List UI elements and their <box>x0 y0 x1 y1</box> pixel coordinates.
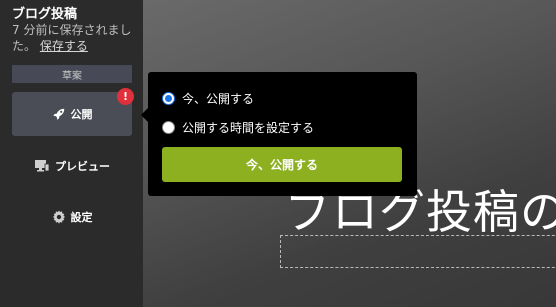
schedule-option-label: 公開する時間を設定する <box>182 121 315 135</box>
publish-now-option-label: 今、公開する <box>182 92 255 106</box>
save-status: 7 分前に保存されました。 保存する <box>12 22 140 54</box>
publish-button[interactable]: 公開 <box>12 92 132 136</box>
publish-now-radio[interactable] <box>162 92 175 105</box>
gear-icon <box>52 210 66 224</box>
schedule-option[interactable]: 公開する時間を設定する <box>162 119 314 136</box>
publish-now-option[interactable]: 今、公開する <box>162 90 254 107</box>
warning-badge: ! <box>117 88 134 105</box>
rocket-icon <box>52 107 66 121</box>
preview-label: プレビュー <box>55 160 110 173</box>
publish-now-button[interactable]: 今、公開する <box>162 147 402 182</box>
sidebar: ブログ投稿 7 分前に保存されました。 保存する 草案 公開 ! プレビュー 設… <box>0 0 143 307</box>
status-badge: 草案 <box>12 65 132 83</box>
publish-label: 公開 <box>70 108 93 121</box>
monitor-icon <box>34 159 50 173</box>
settings-label: 設定 <box>70 211 93 224</box>
subtitle-placeholder-box[interactable] <box>280 235 556 268</box>
save-link[interactable]: 保存する <box>40 39 88 53</box>
post-title: ブログ投稿 <box>12 7 78 22</box>
schedule-radio[interactable] <box>162 121 175 134</box>
preview-button[interactable]: プレビュー <box>12 152 132 180</box>
settings-button[interactable]: 設定 <box>12 203 132 231</box>
